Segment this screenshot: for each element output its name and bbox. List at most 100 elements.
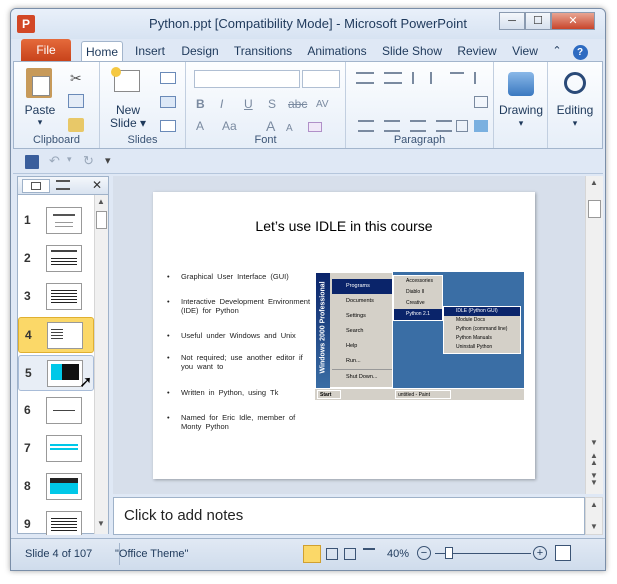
font-name-dropdown[interactable] [194,70,300,88]
thumbnail-slide-2[interactable]: 2 [18,241,94,277]
new-slide-icon[interactable] [111,67,140,92]
format-painter-icon[interactable] [68,118,84,132]
thumbnail-slide-7[interactable]: 7 [18,431,94,467]
char-spacing-button[interactable]: AV [316,98,329,111]
outline-tab[interactable] [56,180,70,190]
thumbnails-scrollbar[interactable]: ▲ ▼ [94,195,108,534]
numbering-icon[interactable] [384,72,402,84]
undo-dropdown-icon[interactable]: ▾ [67,154,72,165]
thumbnail-slide-1[interactable]: 1 [18,203,94,239]
line-spacing-icon[interactable] [450,72,464,84]
scroll-up-icon[interactable]: ▲ [590,178,598,187]
slide-sorter-icon[interactable] [326,548,338,560]
close-pane-icon[interactable]: ✕ [92,178,102,192]
smartart-icon[interactable] [474,120,488,132]
new-slide-button-line2[interactable]: Slide ▾ [106,117,150,130]
notes-pane[interactable]: Click to add notes [113,497,585,535]
paste-icon[interactable] [26,68,52,98]
zoom-in-icon[interactable]: + [533,546,547,560]
binoculars-icon[interactable] [564,72,586,94]
scroll-up-icon[interactable]: ▲ [590,500,598,509]
bullets-icon[interactable] [356,72,374,84]
current-slide[interactable]: Let’s use IDLE in this course • Graphical… [153,192,535,479]
customize-qat-icon[interactable]: ▾ [105,154,111,167]
reading-view-icon[interactable] [344,548,356,560]
tab-animations[interactable]: Animations [303,41,371,61]
font-color-button[interactable]: A [196,120,204,133]
normal-view-icon[interactable] [303,545,321,563]
save-icon[interactable] [25,155,39,169]
scroll-thumb[interactable] [588,200,601,218]
italic-button[interactable]: I [220,98,223,111]
center-icon[interactable] [384,120,400,132]
tab-slide-show[interactable]: Slide Show [379,41,445,61]
scroll-down-icon[interactable]: ▼ [97,519,105,528]
notes-placeholder[interactable]: Click to add notes [124,507,243,524]
theme-name[interactable]: "Office Theme" [115,548,188,560]
scroll-down-icon[interactable]: ▼ [590,438,598,447]
scroll-up-icon[interactable]: ▲ [97,197,105,206]
paste-dropdown-icon[interactable]: ▾ [20,116,60,129]
next-slide-icon[interactable]: ▼ ▼ [590,472,598,487]
increase-indent-icon[interactable] [430,72,442,84]
drawing-dropdown-icon[interactable]: ▾ [496,117,546,130]
cut-icon[interactable]: ✂ [70,70,82,87]
underline-button[interactable]: U [244,98,253,111]
thumbnail-slide-4[interactable]: 4 [18,317,94,353]
change-case-button[interactable]: Aa [222,120,237,133]
slides-tab[interactable] [22,179,50,193]
align-right-icon[interactable] [410,120,426,132]
tab-transitions[interactable]: Transitions [229,41,297,61]
slide-thumbnail [47,322,83,349]
align-left-icon[interactable] [358,120,374,132]
decrease-indent-icon[interactable] [412,72,424,84]
windows-start-menu-screenshot[interactable]: Windows 2000 Professional Programs Docum… [315,272,524,400]
scroll-down-icon[interactable]: ▼ [590,522,598,531]
maximize-button[interactable]: ☐ [525,12,551,30]
slide-title[interactable]: Let’s use IDLE in this course [153,218,535,234]
thumbnail-slide-3[interactable]: 3 [18,279,94,315]
justify-icon[interactable] [436,120,452,132]
zoom-slider-thumb[interactable] [445,547,453,559]
help-icon[interactable]: ? [571,41,589,61]
clear-format-icon[interactable] [308,122,322,132]
align-text-icon[interactable] [474,96,488,108]
zoom-level[interactable]: 40% [387,548,409,560]
editing-dropdown-icon[interactable]: ▾ [550,117,600,130]
strikethrough-button[interactable]: abc [288,98,307,111]
thumbnail-slide-6[interactable]: 6 [18,393,94,429]
editing-button[interactable]: Editing [550,104,600,117]
notes-scrollbar[interactable]: ▲ ▼ [585,497,603,535]
tab-review[interactable]: Review [453,41,501,61]
undo-icon[interactable]: ↶ [49,153,60,169]
tab-design[interactable]: Design [175,41,225,61]
thumbnail-slide-8[interactable]: 8 [18,469,94,505]
previous-slide-icon[interactable]: ▲ ▲ [590,452,598,467]
bold-button[interactable]: B [196,98,205,111]
drawing-icon[interactable] [508,72,534,96]
drawing-button[interactable]: Drawing [496,104,546,117]
zoom-out-icon[interactable]: − [417,546,431,560]
thumbnail-slide-9[interactable]: 9 [18,507,94,535]
tab-insert[interactable]: Insert [129,41,171,61]
minimize-ribbon-icon[interactable]: ⌃ [549,41,565,61]
thumbnail-slide-5[interactable]: 5 ➚ [18,355,94,391]
tab-home[interactable]: Home [81,41,123,61]
columns-icon[interactable] [456,120,468,132]
grow-font-button[interactable]: A [266,119,275,133]
shadow-button[interactable]: S [268,98,276,111]
slide-show-icon[interactable] [363,548,375,560]
minimize-button[interactable]: ─ [499,12,525,30]
copy-icon[interactable] [68,94,84,108]
tab-view[interactable]: View [505,41,545,61]
section-icon[interactable] [160,120,176,132]
slide-scrollbar[interactable]: ▲ ▼ ▲ ▲ ▼ ▼ [585,176,603,494]
scroll-thumb[interactable] [96,211,107,229]
fit-slide-icon[interactable] [555,545,571,561]
redo-icon[interactable]: ↻ [83,153,94,169]
font-size-dropdown[interactable] [302,70,340,88]
layout-icon[interactable] [160,72,176,84]
reset-slide-icon[interactable] [160,96,176,108]
text-direction-icon[interactable] [474,72,488,84]
close-button[interactable]: ✕ [551,12,595,30]
